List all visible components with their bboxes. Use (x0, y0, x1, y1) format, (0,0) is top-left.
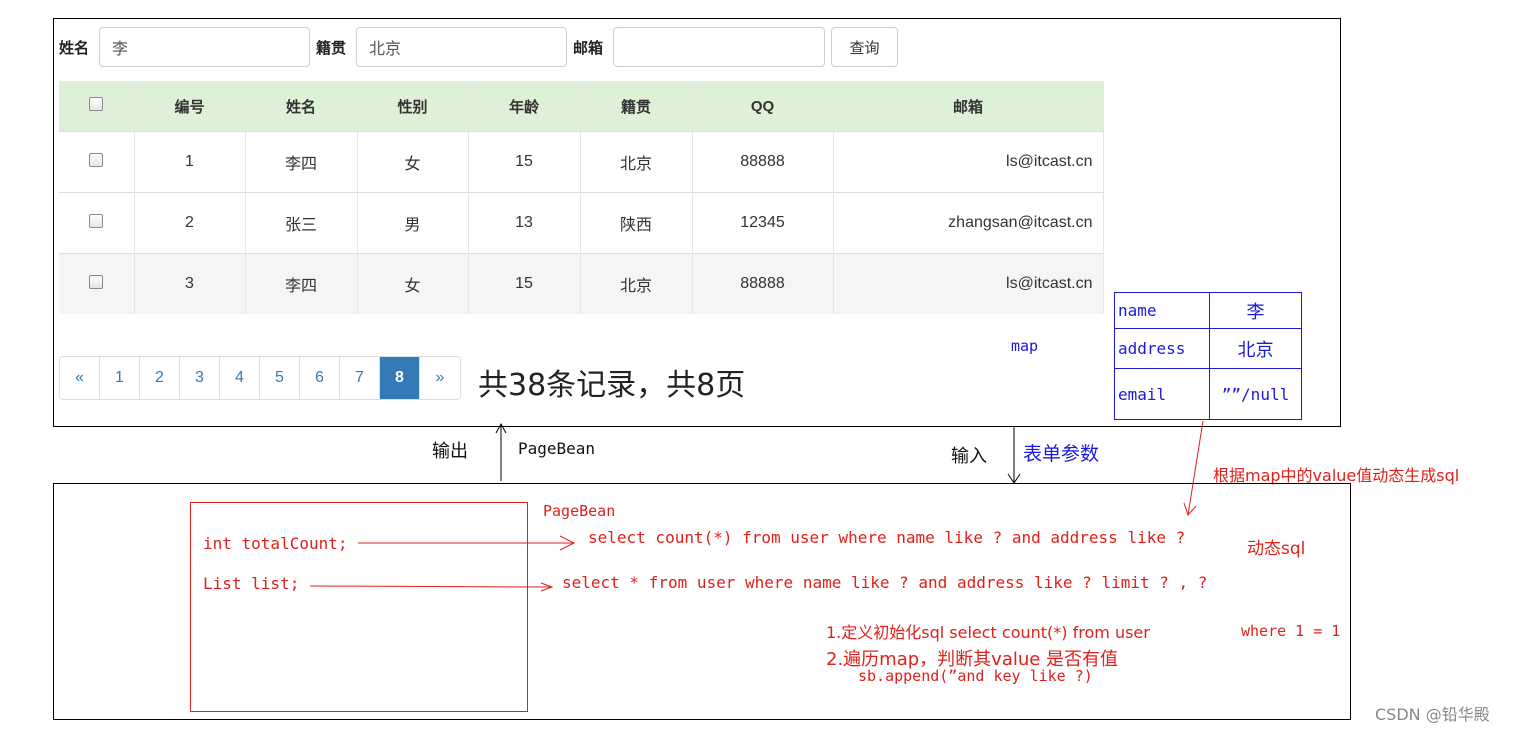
cell-id: 2 (134, 192, 246, 254)
page-prev[interactable]: « (60, 357, 100, 399)
query-button[interactable]: 查询 (831, 27, 898, 67)
cell-email: ls@itcast.cn (833, 253, 1104, 314)
cell-id: 3 (134, 253, 246, 314)
cell-name: 李四 (245, 253, 358, 314)
map-key-name: name (1114, 292, 1210, 329)
select-all-checkbox[interactable] (89, 97, 104, 111)
email-input[interactable] (613, 27, 825, 67)
table-row: 2 张三 男 13 陕西 12345 zhangsan@itcast.cn (59, 192, 1104, 254)
page-4[interactable]: 4 (220, 357, 260, 399)
header-age: 年龄 (468, 81, 581, 132)
cell-gender: 女 (357, 253, 469, 314)
step-1-where: where 1 = 1 (1241, 622, 1341, 640)
map-label: map (1011, 337, 1039, 355)
map-key-address: address (1114, 328, 1210, 369)
cell-qq: 88888 (692, 253, 834, 314)
cell-qq: 12345 (692, 192, 834, 254)
total-records-text: 共38条记录，共8页 (478, 368, 746, 403)
name-label: 姓名 (59, 39, 90, 57)
table-row: 1 李四 女 15 北京 88888 ls@itcast.cn (59, 131, 1104, 193)
output-label: 输出 (432, 441, 468, 462)
page-next[interactable]: » (420, 357, 460, 399)
table-row: 3 李四 女 15 北京 88888 ls@itcast.cn (59, 253, 1104, 314)
step-3: sb.append(”and key like ?) (858, 667, 1093, 685)
page-1[interactable]: 1 (100, 357, 140, 399)
map-value-email: ””/null (1209, 368, 1302, 420)
header-id: 编号 (134, 81, 246, 132)
page-8-active[interactable]: 8 (380, 357, 420, 399)
cell-email: ls@itcast.cn (833, 131, 1104, 193)
email-label: 邮箱 (573, 39, 604, 57)
name-input[interactable]: 李 (99, 27, 310, 67)
map-value-address: 北京 (1209, 328, 1302, 369)
cell-address: 北京 (580, 253, 693, 314)
cell-gender: 女 (357, 131, 469, 193)
page-5[interactable]: 5 (260, 357, 300, 399)
cell-address: 北京 (580, 131, 693, 193)
map-key-email: email (1114, 368, 1210, 420)
cell-address: 陕西 (580, 192, 693, 254)
user-table: 编号 姓名 性别 年龄 籍贯 QQ 邮箱 1 李四 女 15 北京 88888 … (59, 81, 1104, 314)
watermark: CSDN @铅华殿 (1375, 705, 1490, 724)
cell-gender: 男 (357, 192, 469, 254)
header-qq: QQ (692, 81, 834, 132)
cell-name: 李四 (245, 131, 358, 193)
cell-age: 13 (468, 192, 581, 254)
page-3[interactable]: 3 (180, 357, 220, 399)
address-label: 籍贯 (316, 39, 347, 57)
cell-name: 张三 (245, 192, 358, 254)
pagination: « 1 2 3 4 5 6 7 8 » (59, 356, 461, 400)
input-label: 输入 (951, 446, 987, 467)
field-total-count: int totalCount; (203, 534, 348, 553)
row-checkbox[interactable] (89, 213, 104, 228)
cell-id: 1 (134, 131, 246, 193)
input-type: 表单参数 (1023, 443, 1100, 465)
sql-count: select count(*) from user where name lik… (588, 528, 1186, 547)
field-list: List list; (203, 574, 300, 593)
pagebean-title: PageBean (543, 502, 616, 520)
address-input[interactable]: 北京 (356, 27, 567, 67)
page-6[interactable]: 6 (300, 357, 340, 399)
header-name: 姓名 (245, 81, 358, 132)
dynamic-sql-label: 动态sql (1247, 539, 1306, 559)
header-email: 邮箱 (833, 81, 1104, 132)
input-arrowhead (1007, 473, 1021, 484)
map-value-name: 李 (1209, 292, 1302, 329)
output-type: PageBean (518, 439, 596, 458)
step-1: 1.定义初始化sql select count(*) from user (826, 623, 1150, 642)
cell-qq: 88888 (692, 131, 834, 193)
cell-age: 15 (468, 131, 581, 193)
cell-age: 15 (468, 253, 581, 314)
cell-email: zhangsan@itcast.cn (833, 192, 1104, 254)
row-checkbox[interactable] (89, 152, 104, 167)
sql-select: select * from user where name like ? and… (562, 573, 1208, 592)
page-2[interactable]: 2 (140, 357, 180, 399)
page-7[interactable]: 7 (340, 357, 380, 399)
header-gender: 性别 (357, 81, 469, 132)
table-header-row: 编号 姓名 性别 年龄 籍贯 QQ 邮箱 (59, 81, 1104, 132)
header-address: 籍贯 (580, 81, 693, 132)
row-checkbox[interactable] (89, 274, 104, 289)
